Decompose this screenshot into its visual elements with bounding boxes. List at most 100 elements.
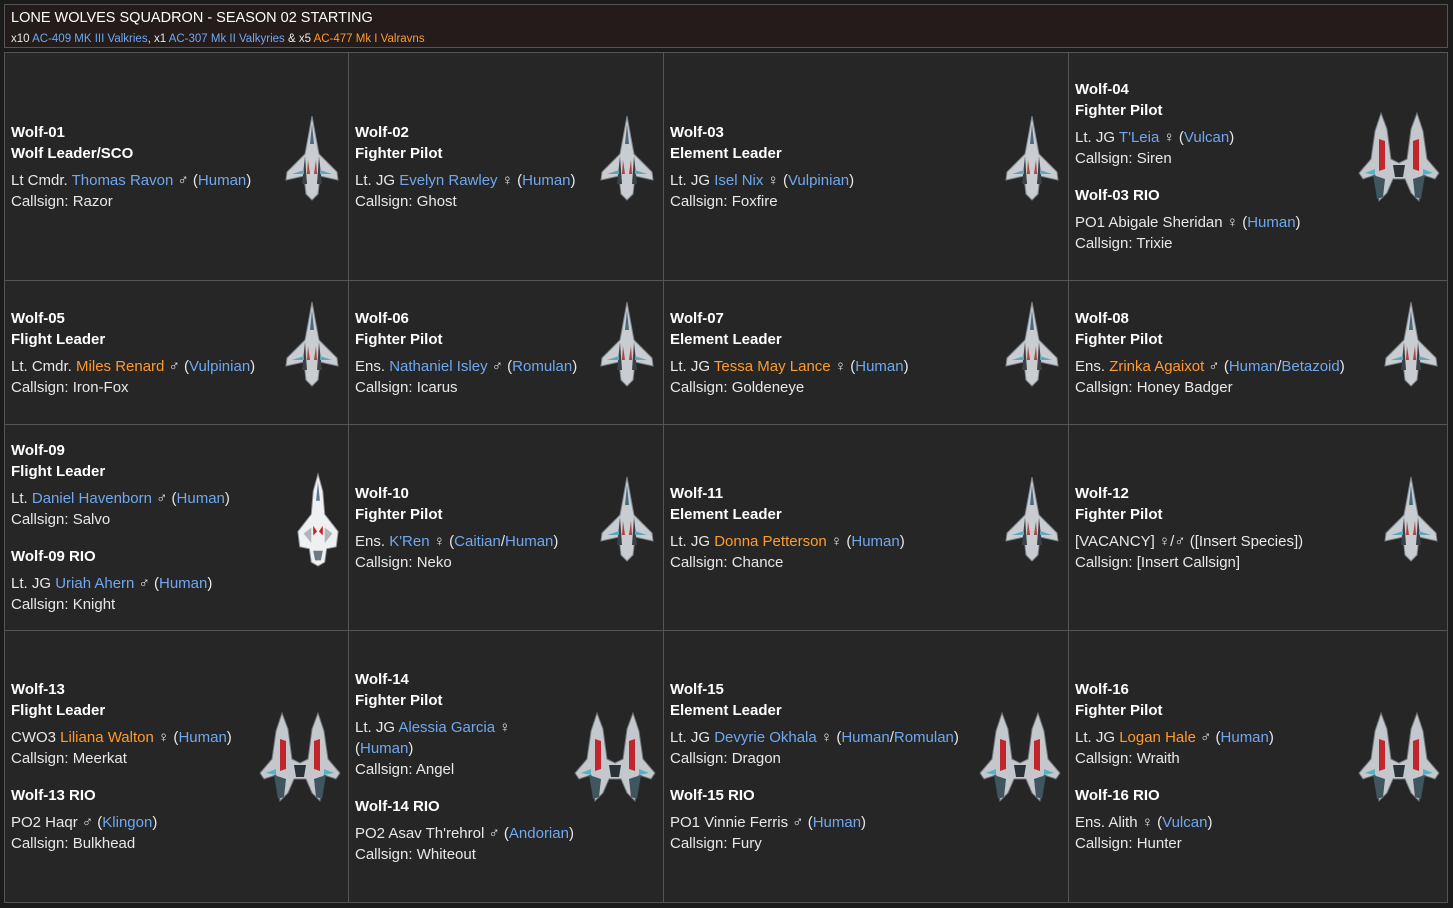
pilot-link[interactable]: Miles Renard	[76, 358, 164, 375]
pilot-link[interactable]: Human	[1221, 729, 1269, 746]
pilot-link[interactable]: Devyrie Okhala	[714, 729, 817, 746]
callsign-slot: Wolf-13	[11, 681, 65, 698]
pilot-link[interactable]: Vulpinian	[788, 172, 849, 189]
pilot-name-line: Lt. JG Uriah Ahern ♂ (Human)	[11, 573, 230, 594]
pilot-block: Wolf-16 Fighter Pilot Lt. JG Logan Hale ♂ …	[1075, 679, 1274, 769]
pilot-name-line: Lt. JG Isel Nix ♀ (Vulpinian)	[670, 170, 854, 191]
pilot-block: Wolf-11 Element Leader Lt. JG Donna Petter…	[670, 483, 905, 573]
pilot-link[interactable]: Human	[855, 358, 903, 375]
pilot-name-line: Lt. JG Donna Petterson ♀ (Human)	[670, 531, 905, 552]
callsign-text: Callsign: Siren	[1075, 150, 1172, 167]
pilot-link[interactable]: Human	[851, 533, 899, 550]
pilot-link[interactable]: Zrinka Agaixot	[1109, 358, 1204, 375]
pilot-link[interactable]: Human	[178, 729, 226, 746]
roster-cell: Wolf-09 Flight Leader Lt. Daniel Havenborn…	[5, 425, 349, 631]
ship-class-link[interactable]: AC-477 Mk I Valravns	[314, 33, 425, 45]
pilot-block: Wolf-07 Element Leader Lt. JG Tessa May La…	[670, 308, 909, 398]
pilot-species-line: (Human)	[355, 738, 574, 759]
ship-class-link[interactable]: AC-409 MK III Valkries	[32, 33, 147, 45]
pilot-link[interactable]: Isel Nix	[714, 172, 763, 189]
pilot-link[interactable]: Human	[841, 729, 889, 746]
pilot-link[interactable]: Nathaniel Isley	[389, 358, 487, 375]
callsign-text: Callsign: Goldeneye	[670, 378, 805, 396]
pilot-block: Wolf-03 Element Leader Lt. JG Isel Nix ♀ (…	[670, 122, 854, 212]
pilot-text: Lt. JG	[670, 171, 715, 189]
pilot-text: PO2 Asav Th'rehrol ♂ (	[355, 824, 509, 842]
pilot-text: )	[207, 575, 213, 592]
ship-class-text: , x1	[147, 33, 169, 45]
pilot-link[interactable]: Human	[522, 172, 570, 189]
pilot-link[interactable]: Human	[198, 172, 246, 189]
pilot-info: Wolf-12 Fighter Pilot [VACANCY] ♀/♂ ([Inse…	[1075, 425, 1303, 630]
pilot-info: Wolf-16 Fighter Pilot Lt. JG Logan Hale ♂ …	[1075, 631, 1274, 902]
pilot-link[interactable]: T'Leia	[1119, 129, 1159, 146]
role-title: Fighter Pilot	[355, 330, 443, 348]
pilot-text: )	[152, 814, 158, 831]
pilot-block: Wolf-08 Fighter Pilot Ens. Zrinka Agaixot …	[1075, 308, 1345, 398]
pilot-info: Wolf-14 Fighter Pilot Lt. JG Alessia Garci…	[355, 631, 574, 902]
pilot-link[interactable]: Betazoid	[1281, 358, 1339, 375]
callsign-text: Callsign: Whiteout	[355, 845, 476, 863]
pilot-text: ♀ (	[816, 729, 842, 746]
pilot-block: Wolf-15 Element Leader Lt. JG Devyrie Okha…	[670, 679, 959, 769]
pilot-link[interactable]: Tessa May Lance	[714, 358, 831, 375]
pilot-text: )	[570, 171, 576, 189]
pilot-text: CWO3	[11, 729, 61, 746]
small-fighter-icon	[597, 475, 657, 565]
pilot-link[interactable]: Caitian	[454, 533, 501, 550]
pilot-link[interactable]: Uriah Ahern	[55, 575, 134, 592]
pilot-info: Wolf-10 Fighter Pilot Ens. K'Ren ♀ (Caitia…	[355, 425, 558, 630]
pilot-text: )	[899, 532, 905, 550]
pilot-link[interactable]: Logan Hale	[1119, 729, 1196, 746]
pilot-name-line: CWO3 Liliana Walton ♀ (Human)	[11, 727, 232, 748]
pilot-link[interactable]: Romulan	[512, 358, 572, 375]
pilot-text: ♂ (	[1195, 729, 1221, 746]
callsign-text: Callsign: Ghost	[355, 192, 457, 210]
role-title: Flight Leader	[11, 463, 106, 480]
pilot-text: ♀ (	[497, 171, 523, 189]
pilot-block: Wolf-05 Flight Leader Lt. Cmdr. Miles Rena…	[11, 308, 255, 398]
pilot-link[interactable]: Andorian	[509, 825, 569, 842]
pilot-link[interactable]: Human	[1247, 214, 1295, 231]
species-link[interactable]: Human	[360, 740, 408, 757]
pilot-name-line: Ens. Zrinka Agaixot ♂ (Human/Betazoid)	[1075, 356, 1345, 377]
ship-class-link[interactable]: AC-307 Mk II Valkyries	[169, 33, 285, 45]
pilot-link[interactable]: Romulan	[894, 729, 954, 746]
pilot-link[interactable]: Human	[813, 814, 861, 831]
pilot-link[interactable]: Alessia Garcia	[398, 719, 495, 736]
role-title: Element Leader	[670, 702, 782, 719]
pilot-link[interactable]: Daniel Havenborn	[32, 490, 152, 507]
pilot-link[interactable]: Vulpinian	[189, 358, 250, 375]
pilot-link[interactable]: Evelyn Rawley	[399, 172, 497, 189]
pilot-link[interactable]: Human	[177, 490, 225, 507]
pilot-link[interactable]: Liliana Walton	[60, 729, 154, 746]
pilot-text: ♀ (	[830, 357, 856, 375]
pilot-link[interactable]: K'Ren	[389, 533, 429, 550]
pilot-link[interactable]: Human	[1229, 358, 1277, 375]
pilot-text: ♂ (	[173, 171, 198, 189]
pilot-link[interactable]: Vulcan	[1162, 814, 1207, 831]
pilot-text: Lt. JG	[670, 357, 714, 375]
pilot-link[interactable]: Vulcan	[1184, 129, 1229, 146]
pilot-link[interactable]: Human	[505, 533, 553, 550]
callsign-text: Callsign: Bulkhead	[11, 835, 136, 852]
roster-cell: Wolf-02 Fighter Pilot Lt. JG Evelyn Rawley…	[349, 53, 664, 281]
roster-cell: Wolf-15 Element Leader Lt. JG Devyrie Okha…	[664, 631, 1069, 902]
pilot-link[interactable]: Thomas Ravon	[72, 172, 174, 189]
pilot-text: )	[246, 171, 252, 189]
callsign-slot: Wolf-11	[670, 484, 724, 502]
role-title: Fighter Pilot	[1075, 505, 1163, 523]
pilot-text: ♀ (	[826, 532, 852, 550]
pilot-text: )	[1207, 814, 1213, 831]
pilot-name-line: Lt. JG Alessia Garcia ♀	[355, 717, 574, 738]
roster-cell: Wolf-12 Fighter Pilot [VACANCY] ♀/♂ ([Inse…	[1069, 425, 1447, 631]
pilot-link[interactable]: Klingon	[102, 814, 152, 831]
pilot-link[interactable]: Donna Petterson	[714, 533, 827, 550]
page-title: LONE WOLVES SQUADRON - SEASON 02 STARTIN…	[11, 10, 373, 26]
white-interceptor-icon	[294, 471, 342, 569]
pilot-link[interactable]: Human	[159, 575, 207, 592]
callsign-slot: Wolf-15 RIO	[670, 787, 755, 804]
pilot-text: Ens.	[355, 532, 390, 550]
pilot-block: Wolf-12 Fighter Pilot [VACANCY] ♀/♂ ([Inse…	[1075, 483, 1303, 573]
pilot-text: Ens. Alith ♀ (	[1075, 814, 1163, 831]
